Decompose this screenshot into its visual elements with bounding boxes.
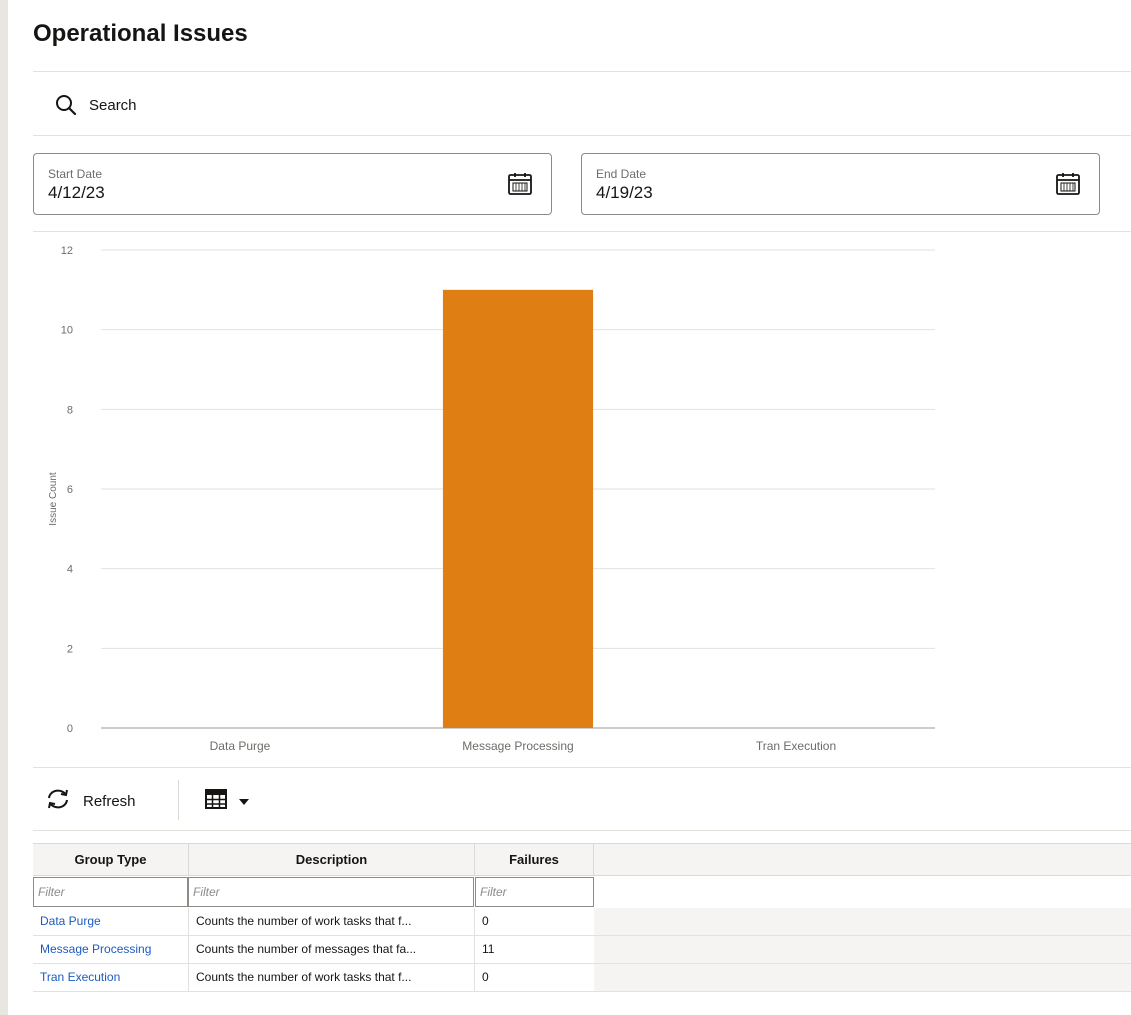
toolbar-separator	[178, 780, 179, 820]
refresh-button[interactable]: Refresh	[45, 786, 136, 816]
row-filler	[594, 908, 1131, 935]
group-type-cell[interactable]: Tran Execution	[33, 964, 189, 991]
y-tick-label: 10	[61, 325, 73, 337]
x-tick-label: Data Purge	[210, 739, 271, 753]
issues-bar-chart: 0 2 4 6 8 10 12 Data Purge Message Processing Tr…	[33, 232, 1131, 767]
description-cell: Counts the number of work tasks that f..…	[189, 964, 475, 991]
issues-table: Group Type Description Failures Filter F…	[33, 843, 1131, 992]
group-type-cell[interactable]: Message Processing	[33, 936, 189, 963]
filter-row: Filter Filter Filter	[33, 876, 1131, 908]
table-row[interactable]: Tran Execution Counts the number of work…	[33, 964, 1131, 992]
chart-bars	[442, 289, 594, 728]
group-type-filter-input[interactable]: Filter	[33, 877, 188, 907]
end-date-field[interactable]: End Date 4/19/23	[581, 153, 1100, 215]
search-divider	[33, 135, 1131, 136]
y-tick-label: 4	[67, 564, 73, 576]
end-date-value[interactable]: 4/19/23	[596, 183, 653, 203]
y-tick-label: 0	[67, 723, 73, 735]
chart-svg: 0 2 4 6 8 10 12 Data Purge Message Processing Tr…	[48, 245, 935, 753]
title-divider	[33, 71, 1131, 72]
y-tick-label: 2	[67, 643, 73, 655]
row-filler	[594, 936, 1131, 963]
y-axis-label: Issue Count	[48, 472, 59, 526]
description-cell: Counts the number of work tasks that f..…	[189, 908, 475, 935]
toolbar-divider	[33, 830, 1131, 831]
description-filter-input[interactable]: Filter	[188, 877, 474, 907]
failures-cell: 11	[482, 942, 495, 956]
y-tick-label: 8	[67, 404, 73, 416]
refresh-icon	[45, 787, 71, 816]
x-tick-label: Tran Execution	[756, 739, 836, 753]
chart-y-ticks: 0 2 4 6 8 10 12	[61, 245, 73, 735]
start-date-field[interactable]: Start Date 4/12/23	[33, 153, 552, 215]
table-view-menu-button[interactable]	[205, 788, 249, 814]
chart-x-ticks: Data Purge Message Processing Tran Executi…	[210, 739, 836, 753]
table-row[interactable]: Data Purge Counts the number of work tas…	[33, 908, 1131, 936]
y-tick-label: 6	[67, 484, 73, 496]
column-header-group-type[interactable]: Group Type	[33, 844, 189, 876]
column-header-description[interactable]: Description	[189, 844, 475, 876]
table-grid-icon	[205, 788, 227, 814]
refresh-label: Refresh	[83, 792, 136, 810]
calendar-icon[interactable]	[1055, 172, 1081, 196]
x-tick-label: Message Processing	[462, 739, 573, 753]
calendar-icon[interactable]	[507, 172, 533, 196]
column-header-failures[interactable]: Failures	[475, 844, 594, 876]
group-type-cell[interactable]: Data Purge	[33, 908, 189, 935]
row-filler	[594, 964, 1131, 991]
page-title: Operational Issues	[33, 20, 248, 47]
y-tick-label: 12	[61, 245, 73, 257]
failures-cell: 0	[482, 914, 489, 928]
failures-filter-input[interactable]: Filter	[475, 877, 594, 907]
failures-cell: 0	[482, 970, 489, 984]
description-cell: Counts the number of messages that fa...	[189, 936, 475, 963]
left-rail	[0, 0, 8, 1015]
chart-divider	[33, 767, 1131, 768]
search-label: Search	[89, 96, 137, 114]
search-button[interactable]: Search	[33, 88, 137, 122]
table-toolbar: Refresh	[33, 780, 1131, 820]
bar-message-processing[interactable]	[442, 289, 594, 728]
search-icon	[53, 92, 79, 118]
table-header-row: Group Type Description Failures	[33, 843, 1131, 876]
start-date-value[interactable]: 4/12/23	[48, 183, 105, 203]
start-date-label: Start Date	[48, 167, 103, 181]
table-row[interactable]: Message Processing Counts the number of …	[33, 936, 1131, 964]
end-date-label: End Date	[596, 167, 647, 181]
chevron-down-icon	[239, 792, 249, 810]
